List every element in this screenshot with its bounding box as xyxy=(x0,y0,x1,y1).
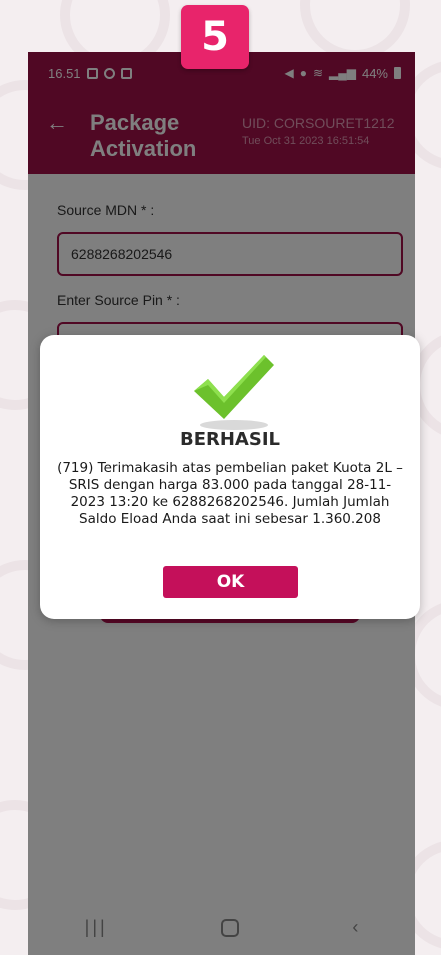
recent-apps-icon[interactable]: ||| xyxy=(85,917,108,938)
dialog-message: (719) Terimakasih atas pembelian paket K… xyxy=(57,460,403,527)
home-icon[interactable] xyxy=(221,918,239,937)
dialog-title: BERHASIL xyxy=(179,429,280,450)
step-badge: 5 xyxy=(181,5,249,69)
ok-button[interactable]: OK xyxy=(163,566,298,598)
checkmark-icon xyxy=(194,355,274,430)
success-dialog: BERHASIL (719) Terimakasih atas pembelia… xyxy=(40,335,420,619)
back-nav-icon[interactable]: ‹ xyxy=(352,917,358,938)
system-nav-bar: ||| ‹ xyxy=(28,900,415,955)
